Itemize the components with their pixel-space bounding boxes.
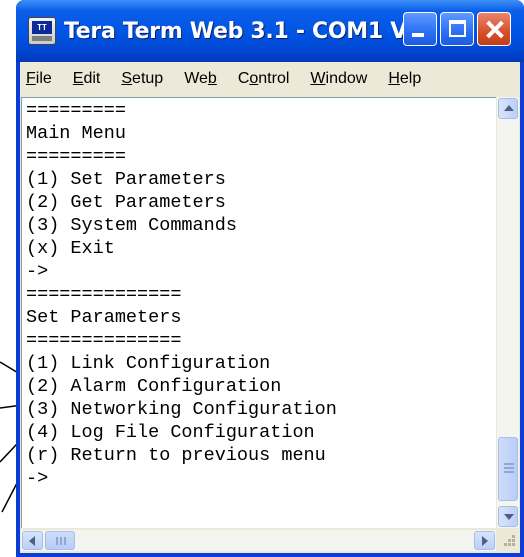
menu-bar: File Edit Setup Web Control Window Help bbox=[20, 62, 520, 96]
terminal-line: (2) Get Parameters bbox=[26, 192, 226, 213]
terminal-line: ========= bbox=[26, 146, 126, 167]
grip-line bbox=[56, 537, 58, 545]
menu-help-accel: H bbox=[388, 70, 400, 87]
menu-control-pre: C bbox=[237, 70, 250, 87]
terminal-line: (1) Set Parameters bbox=[26, 169, 226, 190]
terminal-screen[interactable]: ========= Main Menu ========= (1) Set Pa… bbox=[21, 97, 496, 528]
resize-grip-icon[interactable] bbox=[497, 530, 519, 551]
scroll-left-button[interactable] bbox=[22, 531, 43, 550]
menu-edit-accel: E bbox=[72, 70, 84, 87]
menu-window-accel: W bbox=[310, 70, 326, 87]
terminal-line: ============== bbox=[26, 284, 182, 305]
terminal-line: (2) Alarm Configuration bbox=[26, 376, 282, 397]
grip-line bbox=[504, 467, 514, 469]
menu-control[interactable]: Control bbox=[238, 70, 290, 88]
menu-help-rest: elp bbox=[399, 70, 422, 87]
minimize-button[interactable] bbox=[403, 12, 437, 46]
vertical-scroll-thumb[interactable] bbox=[498, 437, 518, 501]
scroll-down-button[interactable] bbox=[498, 506, 518, 527]
menu-edit-rest: dit bbox=[83, 70, 101, 87]
menu-file-accel: F bbox=[26, 70, 36, 87]
close-button[interactable] bbox=[477, 12, 511, 46]
terminal-line: (3) System Commands bbox=[26, 215, 237, 236]
tera-term-window: TT Tera Term Web 3.1 - COM1 VT File Edit… bbox=[16, 0, 524, 557]
grip-line bbox=[504, 463, 514, 465]
menu-control-rest: ntrol bbox=[258, 70, 290, 87]
terminal-prompt: -> bbox=[26, 468, 49, 489]
terminal-line: (r) Return to previous menu bbox=[26, 445, 326, 466]
terminal-line: (4) Log File Configuration bbox=[26, 422, 315, 443]
grip-line bbox=[60, 537, 62, 545]
menu-window-rest: indow bbox=[325, 70, 368, 87]
horizontal-scroll-thumb[interactable] bbox=[45, 531, 75, 550]
terminal-line: Main Menu bbox=[26, 123, 126, 144]
terminal-prompt: -> bbox=[26, 261, 49, 282]
terminal-line: ============== bbox=[26, 330, 182, 351]
menu-file-rest: ile bbox=[35, 70, 52, 87]
menu-web-accel: b bbox=[207, 70, 217, 87]
terminal-line: (x) Exit bbox=[26, 238, 115, 259]
title-bar[interactable]: TT Tera Term Web 3.1 - COM1 VT bbox=[16, 0, 524, 62]
menu-web[interactable]: Web bbox=[184, 70, 217, 88]
menu-file[interactable]: File bbox=[26, 70, 52, 88]
window-title: Tera Term Web 3.1 - COM1 VT bbox=[64, 18, 422, 44]
client-area: ========= Main Menu ========= (1) Set Pa… bbox=[20, 96, 520, 553]
menu-window[interactable]: Window bbox=[310, 70, 367, 88]
menu-control-accel: o bbox=[249, 70, 259, 87]
scroll-up-button[interactable] bbox=[498, 98, 518, 119]
grip-line bbox=[64, 537, 66, 545]
app-icon-screen: TT bbox=[32, 21, 52, 34]
maximize-button[interactable] bbox=[440, 12, 474, 46]
horizontal-scrollbar[interactable] bbox=[21, 530, 496, 551]
terminal-line: (3) Networking Configuration bbox=[26, 399, 337, 420]
vertical-scrollbar[interactable] bbox=[497, 97, 519, 528]
menu-help[interactable]: Help bbox=[388, 70, 421, 88]
grip-line bbox=[504, 471, 514, 473]
menu-edit[interactable]: Edit bbox=[73, 70, 101, 88]
menu-setup[interactable]: Setup bbox=[121, 70, 163, 88]
tera-term-app-icon[interactable]: TT bbox=[28, 17, 56, 45]
menu-setup-rest: etup bbox=[132, 70, 164, 87]
scroll-right-button[interactable] bbox=[474, 531, 495, 550]
terminal-line: (1) Link Configuration bbox=[26, 353, 271, 374]
terminal-line: ========= bbox=[26, 100, 126, 121]
menu-web-pre: We bbox=[184, 70, 208, 87]
terminal-line: Set Parameters bbox=[26, 307, 182, 328]
menu-setup-accel: S bbox=[121, 70, 133, 87]
screenshot-stage: TT Tera Term Web 3.1 - COM1 VT File Edit… bbox=[0, 0, 524, 557]
app-icon-base bbox=[32, 36, 52, 41]
